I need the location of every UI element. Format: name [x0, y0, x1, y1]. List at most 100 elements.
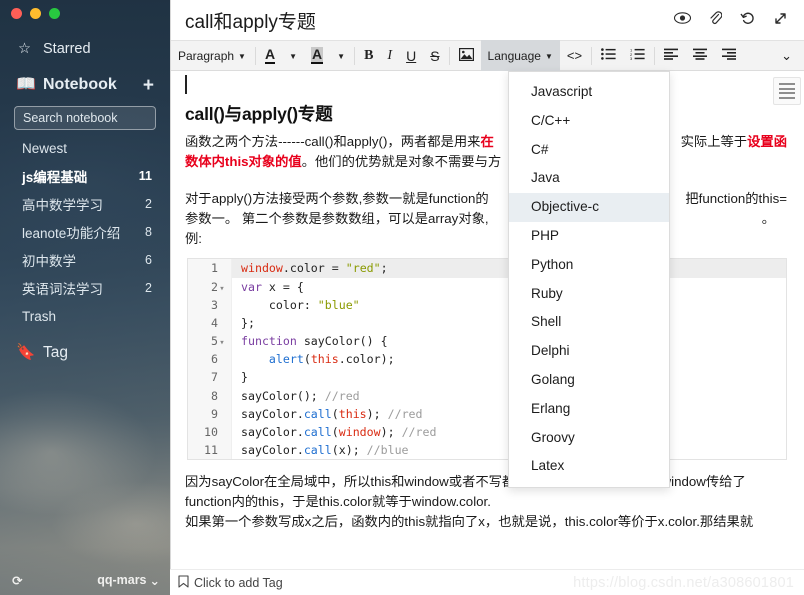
code-token: "blue" [318, 298, 360, 312]
notebook-item[interactable]: 英语词法学习 2 [0, 274, 170, 302]
code-token: () { [360, 334, 388, 348]
sidebar-section-tag[interactable]: 🔖 Tag [0, 338, 170, 368]
unordered-list-button[interactable] [594, 40, 623, 71]
language-menu-item[interactable]: Java [509, 164, 669, 193]
language-menu-item[interactable]: Latex [509, 452, 669, 481]
eye-icon[interactable] [674, 12, 691, 28]
language-menu-item[interactable]: Javascript [509, 78, 669, 107]
notebook-item-trash[interactable]: Trash [0, 302, 170, 330]
user-menu[interactable]: qq-mars ⌄ [97, 573, 160, 588]
font-color-button[interactable]: A [258, 40, 282, 71]
paragraph-style-dropdown[interactable]: Paragraph ▼ [171, 40, 253, 71]
language-label: Language [488, 49, 541, 63]
notebook-item[interactable]: js编程基础 11 [0, 162, 170, 190]
paragraph-highlight: 在 [480, 134, 493, 149]
strikethrough-button[interactable]: S [423, 40, 446, 71]
code-line: 9sayColor.call(this); //red [188, 405, 786, 423]
align-left-button[interactable] [657, 40, 686, 71]
notebook-item[interactable]: leanote功能介绍 8 [0, 218, 170, 246]
code-line-number: 5▾ [188, 332, 232, 350]
close-window-button[interactable] [11, 8, 22, 19]
code-line: 5▾function sayColor() { [188, 332, 786, 350]
toolbar-divider [449, 47, 450, 65]
code-token: = [283, 280, 290, 294]
language-menu-item[interactable]: Shell [509, 308, 669, 337]
note-editor[interactable]: call()与apply()专题 函数之两个方法------call()和app… [171, 71, 804, 571]
toolbar-divider [255, 47, 256, 65]
align-center-button[interactable] [686, 40, 715, 71]
chevron-down-icon: ⌄ [150, 573, 160, 588]
align-right-button[interactable] [715, 40, 744, 71]
language-menu-item[interactable]: Groovy [509, 424, 669, 453]
toolbar-divider [654, 47, 655, 65]
code-line-number: 7 [188, 368, 232, 386]
sidebar-item-starred[interactable]: ☆ Starred [0, 34, 170, 64]
maximize-window-button[interactable] [49, 8, 60, 19]
note-title[interactable]: call和apply专题 [185, 7, 674, 34]
search-notebook-wrapper [0, 100, 170, 130]
sync-icon[interactable]: ⟳ [12, 573, 22, 588]
username-label: qq-mars [97, 573, 146, 587]
font-color-label: A [265, 47, 275, 65]
highlight-color-button[interactable]: A [304, 40, 330, 71]
document-paragraph-1-line2: 数体内this对象的值。他们的优势就是对象不需要与方 [179, 152, 797, 172]
insert-image-button[interactable] [452, 40, 481, 71]
underline-button[interactable]: U [399, 40, 423, 71]
attachment-icon[interactable] [709, 11, 722, 30]
language-menu-item[interactable]: Delphi [509, 337, 669, 366]
language-menu-item[interactable]: PHP [509, 222, 669, 251]
note-header: call和apply专题 [171, 0, 804, 40]
code-token: sayColor [304, 334, 360, 348]
language-dropdown-menu[interactable]: JavascriptC/C++C#JavaObjective-cPHPPytho… [508, 71, 670, 488]
code-token: //red [388, 407, 423, 421]
notebook-name: 高中数学学习 [22, 194, 145, 214]
chevron-down-icon: ▼ [337, 53, 345, 61]
right-fragment-text: 。 [762, 209, 791, 229]
code-token: alert [269, 352, 304, 366]
notebook-item[interactable]: 高中数学学习 2 [0, 190, 170, 218]
unordered-list-icon [601, 48, 616, 63]
strikethrough-label: S [430, 48, 439, 64]
editor-caret-line[interactable] [179, 71, 797, 101]
font-color-dropdown[interactable]: ▼ [282, 40, 304, 71]
code-token: color: [241, 298, 318, 312]
add-tag-button[interactable]: Click to add Tag [178, 575, 283, 591]
toolbar-more-button[interactable]: ⌄ [774, 40, 804, 71]
minimize-window-button[interactable] [30, 8, 41, 19]
code-brackets-icon: <> [567, 48, 582, 63]
language-menu-item[interactable]: Objective-c [509, 193, 669, 222]
code-line-number: 8 [188, 387, 232, 405]
language-menu-item[interactable]: Python [509, 251, 669, 280]
language-menu-item[interactable]: Golang [509, 366, 669, 395]
underline-label: U [406, 48, 416, 64]
code-block[interactable]: 1window.color = "red";2▾var x = {3 color… [187, 258, 787, 460]
highlight-color-dropdown[interactable]: ▼ [330, 40, 352, 71]
sidebar-section-notebook[interactable]: 📖 Notebook + [0, 70, 170, 100]
italic-button[interactable]: I [380, 40, 399, 71]
code-button[interactable]: <> [560, 40, 589, 71]
code-line: 6 alert(this.color); [188, 350, 786, 368]
code-line-number: 3 [188, 296, 232, 314]
right-fragment-text: 把function的this= [685, 189, 791, 209]
paragraph-highlight: 数体内this对象的值 [185, 154, 302, 169]
code-line-text: sayColor.call(window); //red [232, 423, 436, 441]
language-menu-item[interactable]: C# [509, 136, 669, 165]
fullscreen-icon[interactable] [773, 11, 788, 30]
code-line-text: sayColor.call(x); //blue [232, 441, 409, 459]
search-input[interactable] [14, 106, 156, 130]
notebook-item-newest[interactable]: Newest [0, 134, 170, 162]
ordered-list-button[interactable]: 123 [623, 40, 652, 71]
history-icon[interactable] [740, 11, 755, 30]
code-token: { [290, 280, 304, 294]
notebook-item[interactable]: 初中数学 6 [0, 246, 170, 274]
chevron-down-icon: ▼ [289, 53, 297, 61]
language-dropdown-button[interactable]: Language ▼ [481, 40, 560, 71]
bold-button[interactable]: B [357, 40, 380, 71]
language-menu-item[interactable]: C/C++ [509, 107, 669, 136]
language-menu-item[interactable]: Ruby [509, 280, 669, 309]
language-menu-item[interactable]: Erlang [509, 395, 669, 424]
code-token: = [332, 261, 339, 275]
document-paragraph-2-line3: 例: [179, 229, 797, 249]
highlight-color-label: A [311, 47, 323, 65]
add-notebook-button[interactable]: + [143, 76, 154, 95]
